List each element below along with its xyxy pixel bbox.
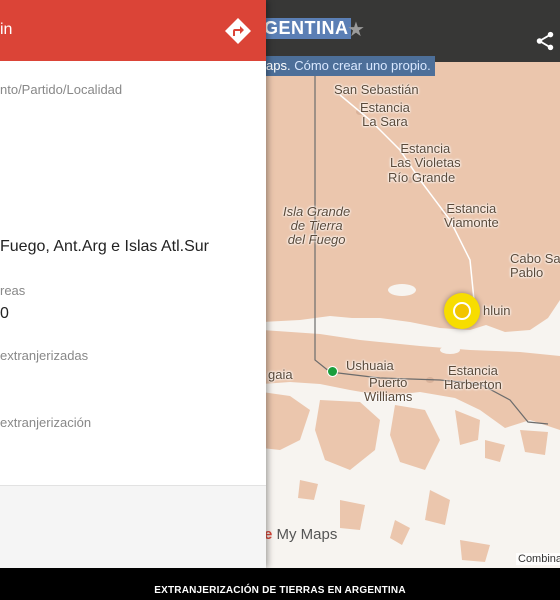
map-attribution[interactable]: Combina	[516, 553, 560, 565]
star-icon[interactable]: ★	[347, 17, 365, 42]
panel-title: in	[0, 21, 13, 38]
field-location-label: nto/Partido/Localidad	[0, 82, 123, 97]
footer-caption: EXTRANJERIZACIÓN DE TIERRAS EN ARGENTINA	[154, 585, 406, 596]
province-value: Fuego, Ant.Arg e Islas Atl.Sur	[0, 238, 209, 255]
place-isla-grande: Isla Grande de Tierra del Fuego	[283, 204, 351, 247]
field-area-label: reas	[0, 283, 26, 298]
place-ushuaia: Ushuaia	[346, 358, 394, 373]
share-icon[interactable]	[534, 30, 556, 52]
map-title[interactable]: GENTINA	[262, 18, 351, 39]
place-estancia-la-sara: Estancia La Sara	[360, 100, 410, 129]
panel-footer	[0, 485, 266, 568]
field-foreign-percent-label: extranjerización	[0, 415, 92, 430]
directions-icon[interactable]	[224, 17, 252, 45]
marker-inner	[453, 302, 471, 320]
selected-location-marker[interactable]	[444, 293, 480, 329]
panel-header: in	[0, 0, 266, 61]
place-estancia-viamonte: Estancia Viamonte	[444, 201, 499, 230]
create-map-link[interactable]: Cómo crear uno propio.	[294, 58, 431, 73]
place-puerto-williams: Puerto Williams	[364, 375, 413, 404]
embedded-map-frame: San Sebastián Estancia La Sara Estancia …	[0, 0, 560, 568]
place-lapataia: gaia	[268, 367, 293, 382]
info-bar: aps. Cómo crear uno propio.	[262, 56, 435, 76]
place-tolhuin: hluin	[483, 303, 511, 318]
place-estancia-harberton: Estancia Harberton	[444, 363, 502, 392]
place-estancia-las-violetas: Estancia Las Violetas	[390, 141, 461, 170]
feature-details-panel: in nto/Partido/Localidad Fuego, Ant.Arg …	[0, 0, 266, 568]
mymaps-label: My Maps	[276, 526, 338, 543]
place-san-sebastian: San Sebastián	[334, 82, 419, 97]
field-area-value: 0	[0, 305, 9, 322]
place-rio-grande: Río Grande	[388, 170, 456, 185]
green-location-marker[interactable]	[327, 366, 338, 377]
field-foreign-label: extranjerizadas	[0, 348, 89, 363]
place-cabo-san-pablo: Cabo Sa Pablo	[510, 251, 560, 280]
mymaps-logo: e My Maps	[264, 526, 337, 543]
info-text: aps.	[266, 58, 291, 73]
